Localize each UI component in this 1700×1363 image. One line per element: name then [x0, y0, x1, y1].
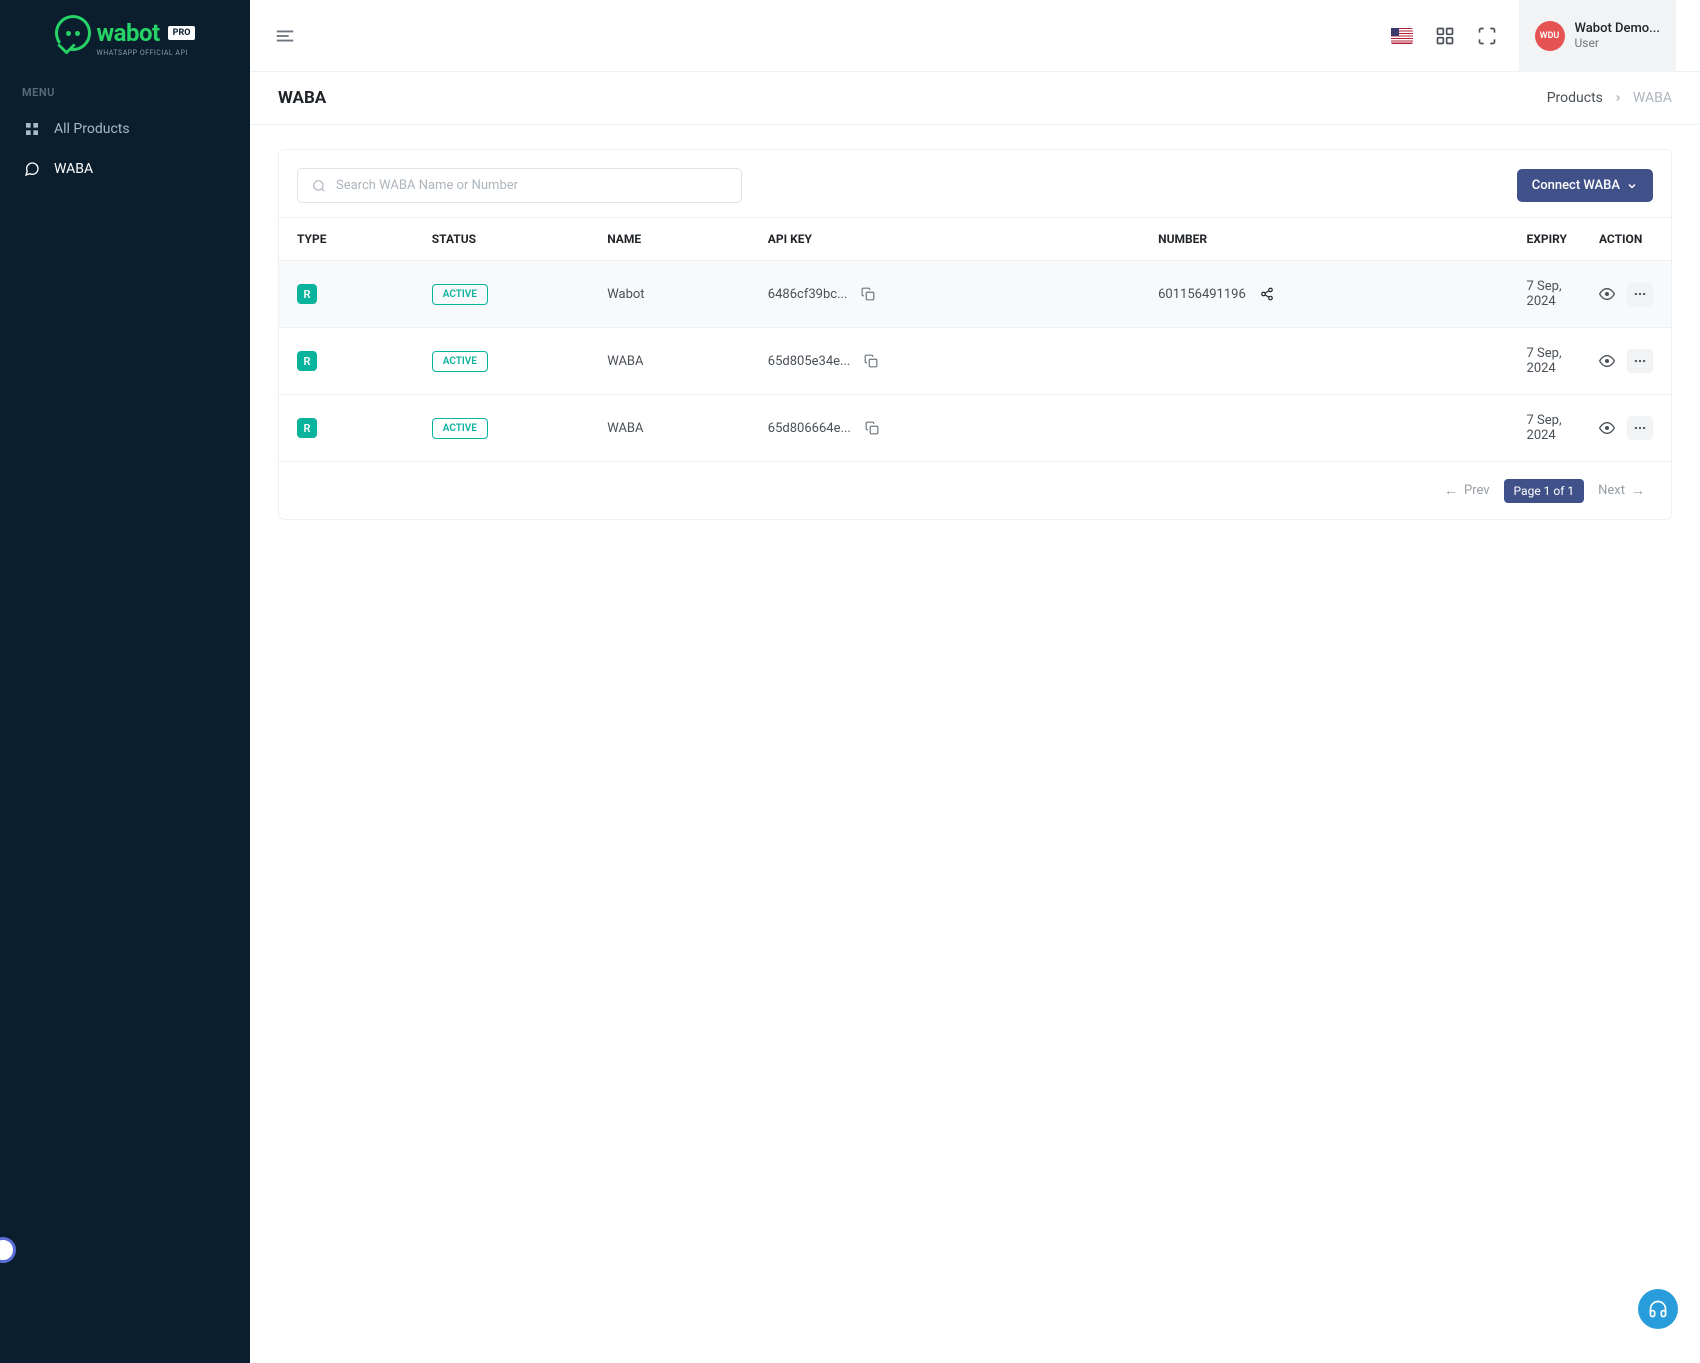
logo-pro-badge: PRO	[168, 26, 196, 40]
sidebar-item-label: All Products	[54, 121, 130, 137]
connect-waba-label: Connect WABA	[1532, 178, 1620, 193]
copy-icon[interactable]	[865, 421, 879, 435]
topbar: WDU Wabot Demo... User	[250, 0, 1700, 72]
col-name: NAME	[591, 218, 752, 261]
avatar: WDU	[1535, 21, 1565, 51]
cell-name: WABA	[591, 328, 752, 395]
col-apikey: API KEY	[752, 218, 1142, 261]
copy-icon[interactable]	[861, 287, 875, 301]
user-role: User	[1575, 36, 1660, 50]
next-label: Next	[1598, 483, 1625, 498]
waba-table: TYPE STATUS NAME API KEY NUMBER EXPIRY A…	[279, 217, 1671, 462]
col-action: ACTION	[1583, 218, 1671, 261]
table-row: R ACTIVE WABA 65d805e34e... 7 Sep, 2024	[279, 328, 1671, 395]
type-badge: R	[297, 284, 317, 304]
breadcrumb: Products WABA	[1547, 90, 1672, 106]
connect-waba-button[interactable]: Connect WABA	[1517, 169, 1653, 202]
page-header: WABA Products WABA	[250, 72, 1700, 125]
type-badge: R	[297, 351, 317, 371]
cell-apikey: 65d806664e...	[768, 421, 851, 436]
page-title: WABA	[278, 88, 326, 108]
type-badge: R	[297, 418, 317, 438]
whatsapp-icon	[24, 161, 40, 177]
pagination-prev[interactable]: ← Prev	[1438, 478, 1496, 503]
col-expiry: EXPIRY	[1511, 218, 1583, 261]
sidebar-item-all-products[interactable]: All Products	[0, 109, 250, 149]
breadcrumb-current: WABA	[1633, 90, 1672, 106]
table-row: R ACTIVE Wabot 6486cf39bc... 601156491196 7 S…	[279, 261, 1671, 328]
hamburger-icon[interactable]	[274, 25, 296, 47]
status-badge: ACTIVE	[432, 418, 488, 439]
headset-icon	[1648, 1299, 1668, 1319]
breadcrumb-root[interactable]: Products	[1547, 90, 1603, 106]
fullscreen-icon[interactable]	[1477, 26, 1497, 46]
copy-icon[interactable]	[864, 354, 878, 368]
prev-label: Prev	[1464, 483, 1490, 498]
share-icon[interactable]	[1260, 287, 1274, 301]
status-badge: ACTIVE	[432, 284, 488, 305]
cell-expiry: 7 Sep, 2024	[1511, 261, 1583, 328]
search-wrap	[297, 168, 742, 203]
eye-icon[interactable]	[1599, 286, 1615, 302]
menu-section-label: MENU	[0, 72, 250, 109]
user-menu[interactable]: WDU Wabot Demo... User	[1519, 0, 1676, 72]
support-chat-button[interactable]	[1638, 1289, 1678, 1329]
col-status: STATUS	[416, 218, 591, 261]
cell-expiry: 7 Sep, 2024	[1511, 395, 1583, 462]
logo-subtitle: WHATSAPP OFFICIAL API	[97, 49, 196, 57]
pagination-next[interactable]: Next →	[1592, 478, 1651, 503]
table-row: R ACTIVE WABA 65d806664e... 7 Sep, 2024	[279, 395, 1671, 462]
cell-apikey: 6486cf39bc...	[768, 287, 848, 302]
waba-card: Connect WABA TYPE STATUS NAME API KEY NU…	[278, 149, 1672, 520]
arrow-right-icon: →	[1631, 482, 1645, 499]
chevron-right-icon	[1613, 93, 1623, 103]
sidebar-item-label: WABA	[54, 161, 93, 177]
search-icon	[312, 179, 326, 193]
sidebar-item-waba[interactable]: WABA	[0, 149, 250, 189]
more-actions-button[interactable]	[1627, 282, 1653, 306]
content: Connect WABA TYPE STATUS NAME API KEY NU…	[250, 125, 1700, 1363]
cell-expiry: 7 Sep, 2024	[1511, 328, 1583, 395]
cell-apikey: 65d805e34e...	[768, 354, 851, 369]
eye-icon[interactable]	[1599, 420, 1615, 436]
ellipsis-icon	[1633, 354, 1647, 368]
cell-name: Wabot	[591, 261, 752, 328]
sidebar: wabot PRO WHATSAPP OFFICIAL API MENU All…	[0, 0, 250, 1363]
cell-name: WABA	[591, 395, 752, 462]
user-name: Wabot Demo...	[1575, 21, 1660, 36]
apps-grid-icon[interactable]	[1435, 26, 1455, 46]
grid-icon	[24, 121, 40, 137]
eye-icon[interactable]	[1599, 353, 1615, 369]
more-actions-button[interactable]	[1627, 349, 1653, 373]
cell-number: 601156491196	[1158, 287, 1246, 302]
logo-text: wabot	[97, 19, 160, 47]
ellipsis-icon	[1633, 421, 1647, 435]
logo-bubble-icon	[55, 15, 91, 51]
main: WDU Wabot Demo... User WABA Products WAB…	[250, 0, 1700, 1363]
status-badge: ACTIVE	[432, 351, 488, 372]
chevron-down-icon	[1626, 180, 1638, 192]
logo[interactable]: wabot PRO WHATSAPP OFFICIAL API	[0, 0, 250, 72]
search-input[interactable]	[336, 178, 727, 193]
language-flag-us[interactable]	[1391, 28, 1413, 44]
more-actions-button[interactable]	[1627, 416, 1653, 440]
arrow-left-icon: ←	[1444, 482, 1458, 499]
col-number: NUMBER	[1142, 218, 1510, 261]
pagination-current: Page 1 of 1	[1504, 479, 1585, 503]
pagination: ← Prev Page 1 of 1 Next →	[279, 462, 1671, 519]
ellipsis-icon	[1633, 287, 1647, 301]
col-type: TYPE	[279, 218, 416, 261]
